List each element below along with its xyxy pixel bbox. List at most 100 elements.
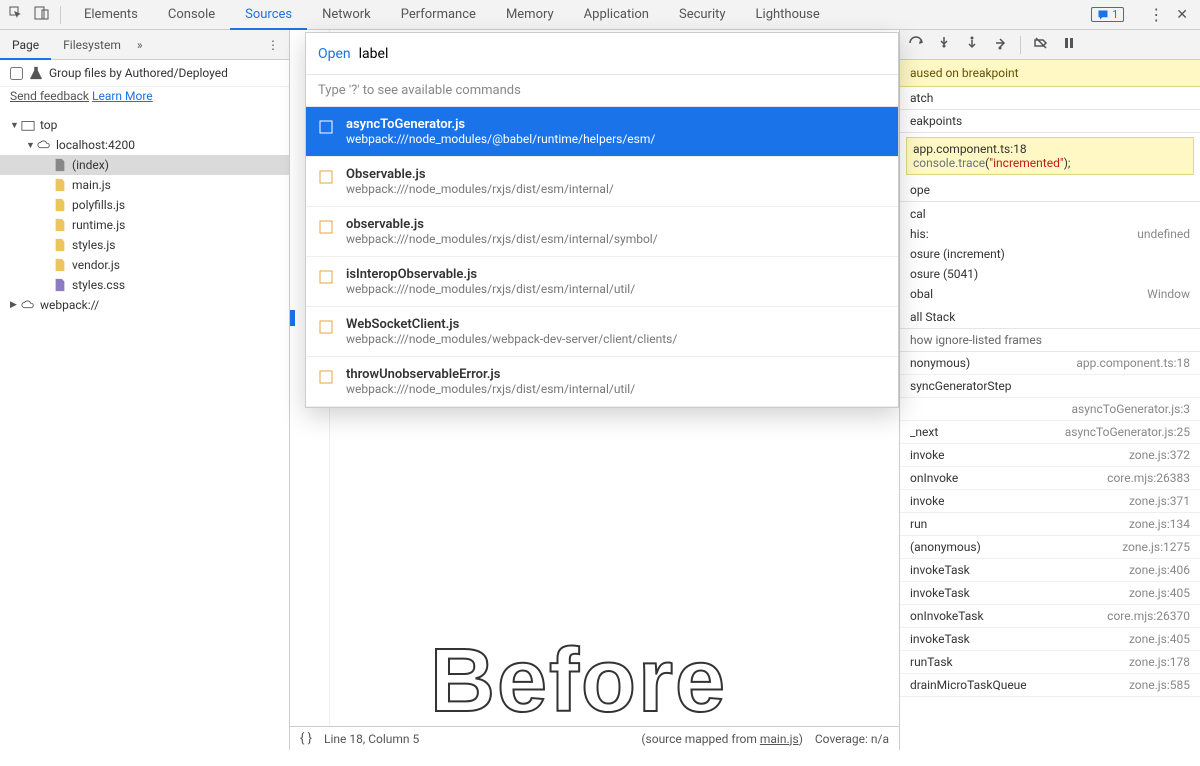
step-over-icon[interactable] <box>936 35 952 54</box>
callstack-section-header[interactable]: all Stack <box>900 306 1200 329</box>
pause-exceptions-icon[interactable] <box>1061 35 1077 54</box>
group-files-checkbox[interactable] <box>10 67 23 80</box>
stack-frame[interactable]: _nextasyncToGenerator.js:25 <box>900 421 1200 444</box>
quick-open-label: Open <box>318 46 351 62</box>
cloud-icon <box>20 298 36 312</box>
breakpoints-section-header[interactable]: eakpoints <box>900 110 1200 133</box>
quick-open-item[interactable]: asyncToGenerator.jswebpack:///node_modul… <box>306 107 898 157</box>
scope-variable[interactable]: his:undefined <box>910 224 1190 244</box>
stack-frame[interactable]: invokeTaskzone.js:405 <box>900 582 1200 605</box>
breakpoint-snippet[interactable]: app.component.ts:18 console.trace("incre… <box>906 137 1194 175</box>
quick-open-item[interactable]: Observable.jswebpack:///node_modules/rxj… <box>306 157 898 207</box>
scope-global-row[interactable]: obalWindow <box>910 284 1190 304</box>
learn-more-link[interactable]: Learn More <box>92 89 153 103</box>
stack-frame[interactable]: runTaskzone.js:178 <box>900 651 1200 674</box>
file-icon <box>318 269 334 285</box>
file-icon <box>318 369 334 385</box>
send-feedback-link[interactable]: Send feedback <box>10 89 89 103</box>
quick-open-results: asyncToGenerator.jswebpack:///node_modul… <box>306 107 898 407</box>
subtab-page[interactable]: Page <box>0 30 51 60</box>
file-yellow-icon <box>52 178 68 192</box>
stack-frame[interactable]: nonymous)app.component.ts:18 <box>900 352 1200 375</box>
deactivate-breakpoints-icon[interactable] <box>1033 35 1049 54</box>
watch-section-header[interactable]: atch <box>900 87 1200 110</box>
stack-frame[interactable]: runzone.js:134 <box>900 513 1200 536</box>
tree-item[interactable]: runtime.js <box>0 215 289 235</box>
stack-frame[interactable]: invokezone.js:371 <box>900 490 1200 513</box>
editor-status-bar: { } Line 18, Column 5 (source mapped fro… <box>290 726 899 750</box>
sourcemap-info: (source mapped from main.js) <box>641 732 802 746</box>
close-icon[interactable]: ✕ <box>1176 7 1188 23</box>
tree-item[interactable]: ▼localhost:4200 <box>0 135 289 155</box>
tree-item[interactable]: (index) <box>0 155 289 175</box>
sourcemap-file-link[interactable]: main.js <box>760 732 799 746</box>
stack-frame[interactable]: asyncToGenerator.js:3 <box>900 398 1200 421</box>
navigator-menu-icon[interactable]: ⋮ <box>267 38 289 52</box>
stack-frame[interactable]: (anonymous)zone.js:1275 <box>900 536 1200 559</box>
tree-item[interactable]: main.js <box>0 175 289 195</box>
tab-memory[interactable]: Memory <box>491 0 569 30</box>
stack-frame[interactable]: invokezone.js:372 <box>900 444 1200 467</box>
tree-item[interactable]: ▼top <box>0 115 289 135</box>
subtab-filesystem[interactable]: Filesystem <box>51 30 133 60</box>
tree-item[interactable]: styles.js <box>0 235 289 255</box>
scope-local-header[interactable]: cal <box>910 204 1190 224</box>
device-icon[interactable] <box>34 5 50 24</box>
step-into-icon[interactable] <box>964 35 980 54</box>
issues-badge[interactable]: 1 <box>1091 7 1124 22</box>
stack-frame[interactable]: onInvokecore.mjs:26383 <box>900 467 1200 490</box>
more-icon[interactable]: ⋮ <box>1148 5 1164 24</box>
tree-item[interactable]: vendor.js <box>0 255 289 275</box>
stack-frame[interactable]: invokeTaskzone.js:405 <box>900 628 1200 651</box>
scope-section-header[interactable]: ope <box>900 179 1200 202</box>
tree-item-label: (index) <box>72 158 109 172</box>
tree-item[interactable]: polyfills.js <box>0 195 289 215</box>
file-tree: ▼top▼localhost:4200 (index) main.js polyfil… <box>0 111 289 319</box>
tree-item-label: polyfills.js <box>72 198 125 212</box>
call-stack-list: nonymous)app.component.ts:18syncGenerato… <box>900 352 1200 750</box>
file-icon <box>318 219 334 235</box>
show-ignored-link[interactable]: how ignore-listed frames <box>900 329 1200 352</box>
tree-item-label: styles.css <box>72 278 125 292</box>
tab-elements[interactable]: Elements <box>69 0 153 30</box>
tab-lighthouse[interactable]: Lighthouse <box>741 0 835 30</box>
inspect-icon[interactable] <box>8 5 24 24</box>
tree-item-label: localhost:4200 <box>56 138 135 152</box>
tab-performance[interactable]: Performance <box>386 0 491 30</box>
scope-variable[interactable]: osure (5041) <box>910 264 1190 284</box>
quick-open-item[interactable]: WebSocketClient.jswebpack:///node_module… <box>306 307 898 357</box>
tab-security[interactable]: Security <box>664 0 741 30</box>
tree-item[interactable]: styles.css <box>0 275 289 295</box>
tree-item[interactable]: ▶webpack:// <box>0 295 289 315</box>
stack-frame[interactable]: onInvokeTaskcore.mjs:26370 <box>900 605 1200 628</box>
tab-network[interactable]: Network <box>307 0 386 30</box>
file-icon <box>318 169 334 185</box>
stack-frame[interactable]: syncGeneratorStep <box>900 375 1200 398</box>
more-subtabs-icon[interactable]: » <box>137 38 143 52</box>
tab-application[interactable]: Application <box>569 0 664 30</box>
quick-open-popup: Open Type '?' to see available commands … <box>305 32 899 408</box>
cursor-position: Line 18, Column 5 <box>324 732 419 746</box>
step-out-icon[interactable] <box>992 35 1008 54</box>
file-yellow-icon <box>52 218 68 232</box>
tree-item-label: runtime.js <box>72 218 125 232</box>
debugger-panel: aused on breakpoint atch eakpoints app.c… <box>900 30 1200 750</box>
quick-open-input[interactable] <box>359 46 886 62</box>
format-icon[interactable]: { } <box>300 731 312 746</box>
tab-sources[interactable]: Sources <box>230 0 307 30</box>
quick-open-item[interactable]: isInteropObservable.jswebpack:///node_mo… <box>306 257 898 307</box>
stack-frame[interactable]: invokeTaskzone.js:406 <box>900 559 1200 582</box>
file-purple-icon <box>52 278 68 292</box>
paused-banner: aused on breakpoint <box>900 60 1200 87</box>
debugger-toolbar <box>900 30 1200 60</box>
file-icon <box>52 158 68 172</box>
resume-icon[interactable] <box>908 35 924 54</box>
quick-open-item[interactable]: observable.jswebpack:///node_modules/rxj… <box>306 207 898 257</box>
tree-item-label: top <box>40 118 57 132</box>
stack-frame[interactable]: drainMicroTaskQueuezone.js:585 <box>900 674 1200 697</box>
quick-open-item[interactable]: throwUnobservableError.jswebpack:///node… <box>306 357 898 407</box>
file-yellow-icon <box>52 258 68 272</box>
execution-marker <box>290 310 295 326</box>
tab-console[interactable]: Console <box>153 0 230 30</box>
scope-variable[interactable]: osure (increment) <box>910 244 1190 264</box>
